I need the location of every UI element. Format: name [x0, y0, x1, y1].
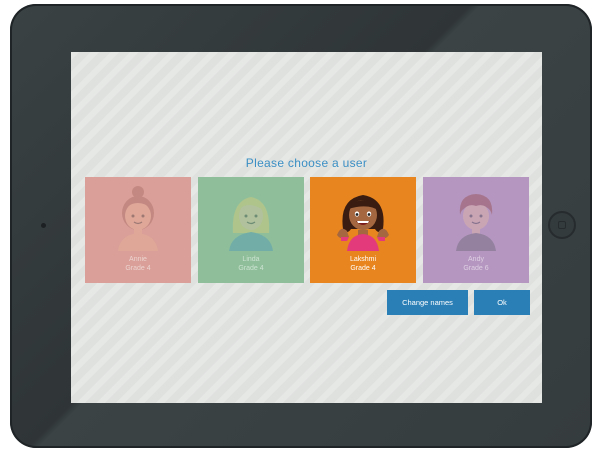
user-grade: Grade 6 [463, 265, 489, 272]
user-card-linda[interactable]: Linda Grade 4 [198, 177, 304, 283]
user-card-andy[interactable]: Andy Grade 6 [423, 177, 529, 283]
girl-avatar-icon [229, 197, 273, 251]
user-name: Annie [129, 256, 147, 263]
user-card-annie[interactable]: Annie Grade 4 [85, 177, 191, 283]
home-button[interactable] [548, 211, 576, 239]
camera-dot [41, 223, 46, 228]
home-square-icon [558, 221, 566, 229]
girl-avatar-icon [337, 195, 389, 251]
user-grade: Grade 4 [125, 265, 151, 272]
page-title: Please choose a user [245, 156, 368, 170]
user-name: Lakshmi [349, 256, 377, 263]
change-names-button[interactable]: Change names [387, 290, 468, 315]
user-name: Linda [242, 256, 260, 263]
user-grade: Grade 4 [350, 265, 376, 272]
boy-avatar-icon [456, 194, 496, 251]
user-grade: Grade 4 [238, 265, 264, 272]
girl-avatar-icon [118, 186, 158, 251]
app-screen: Please choose a user Annie Grade 4 Linda… [71, 52, 542, 403]
user-card-lakshmi[interactable]: Lakshmi Grade 4 [310, 177, 416, 283]
user-name: Andy [468, 256, 484, 263]
ok-button[interactable]: Ok [474, 290, 530, 315]
